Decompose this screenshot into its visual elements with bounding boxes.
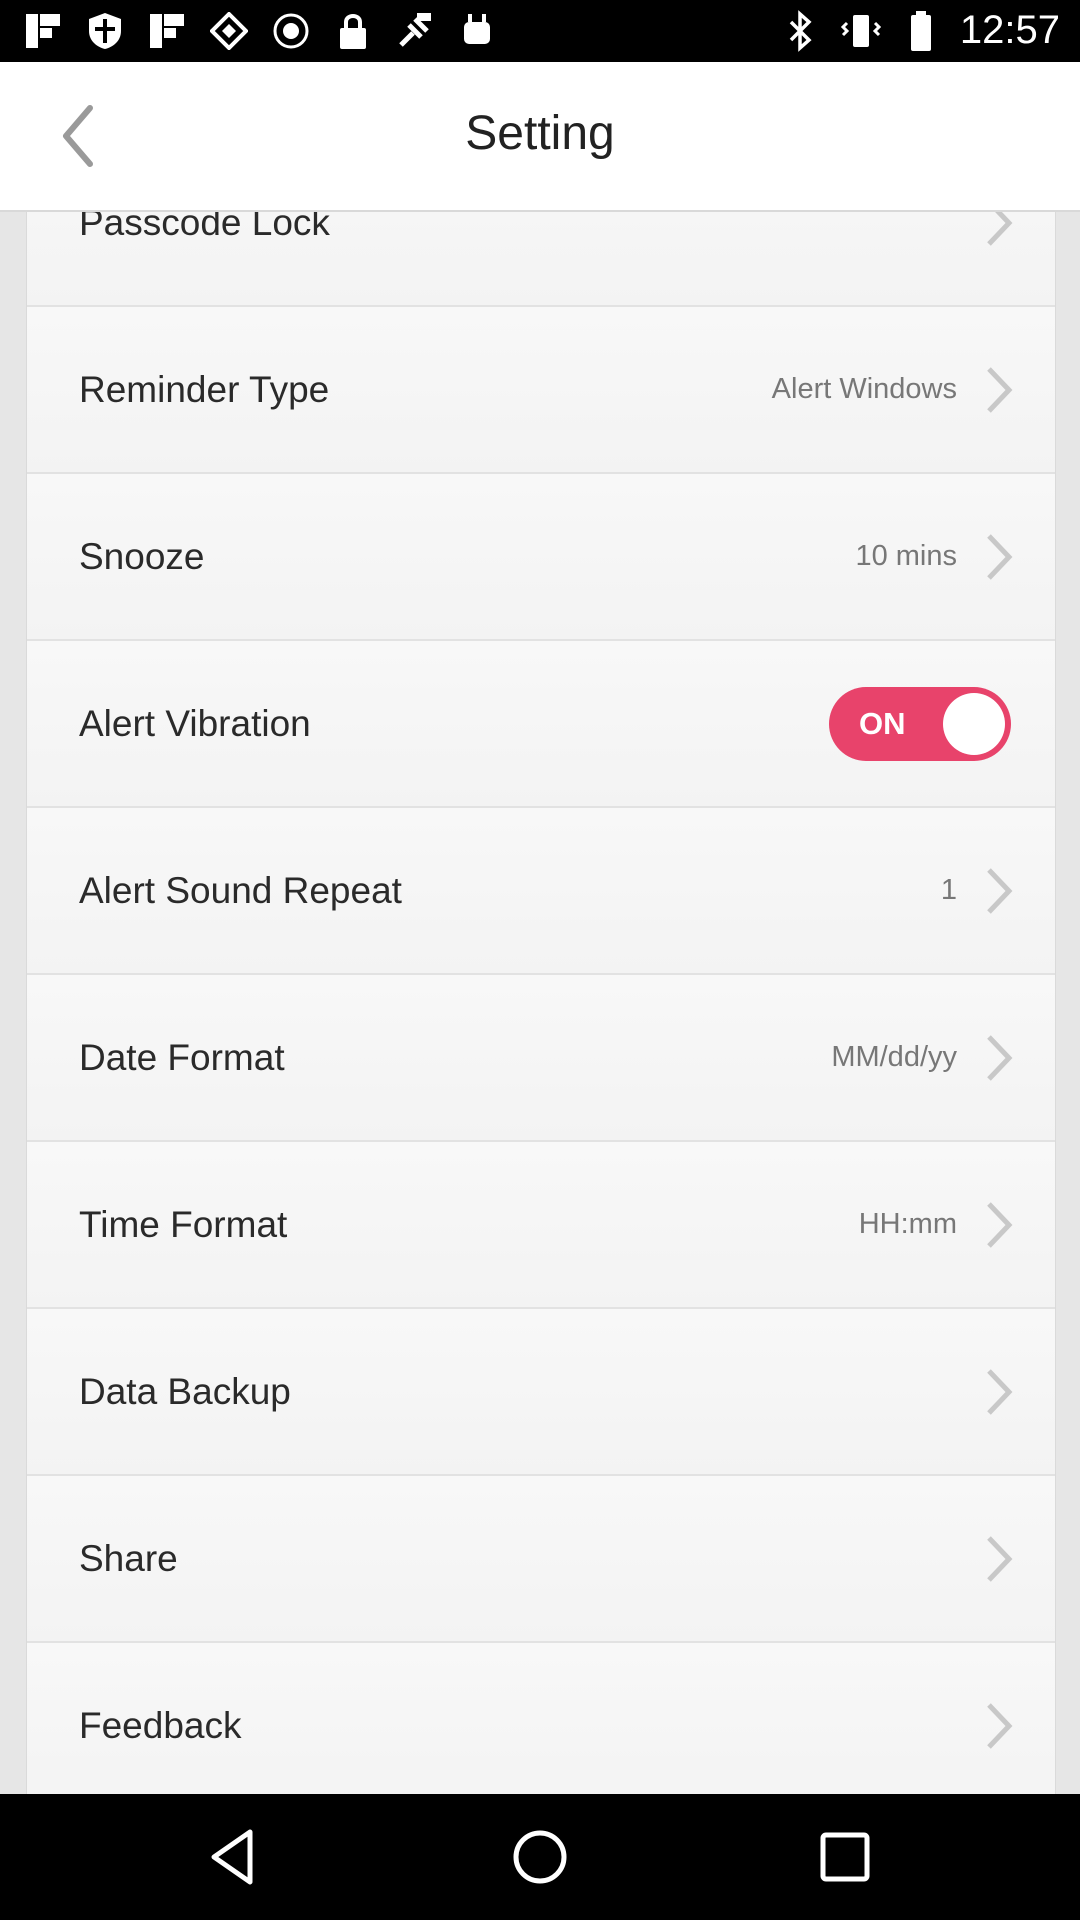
setting-row-reminder-type[interactable]: Reminder Type Alert Windows <box>27 307 1055 474</box>
setting-label: Reminder Type <box>79 369 330 410</box>
setting-value: Alert Windows <box>771 373 957 405</box>
setting-value: MM/dd/yy <box>831 1041 957 1073</box>
setting-row-time-format[interactable]: Time Format HH:mm <box>27 1142 1055 1309</box>
toggle-state-label: ON <box>859 706 906 741</box>
setting-row-date-format[interactable]: Date Format MM/dd/yy <box>27 975 1055 1142</box>
notification-icons <box>22 10 498 52</box>
setting-label: Feedback <box>79 1705 242 1746</box>
chevron-right-icon <box>987 1536 1013 1582</box>
bluetooth-icon <box>780 9 822 52</box>
chevron-right-icon <box>987 534 1013 580</box>
nav-home-button[interactable] <box>505 1822 575 1892</box>
chevron-right-icon <box>987 1703 1013 1749</box>
setting-row-snooze[interactable]: Snooze 10 mins <box>27 474 1055 641</box>
chevron-right-icon <box>987 1369 1013 1415</box>
setting-label: Snooze <box>79 536 205 577</box>
home-circle-icon <box>513 1830 567 1884</box>
flipboard-icon <box>146 10 188 52</box>
setting-label: Share <box>79 1538 178 1579</box>
back-triangle-icon <box>211 1829 253 1885</box>
toggle-knob <box>943 693 1005 755</box>
lock-icon <box>332 10 374 52</box>
setting-row-share[interactable]: Share <box>27 1476 1055 1643</box>
battery-icon <box>900 10 942 52</box>
shield-icon <box>84 10 126 52</box>
fake-gps-icon <box>394 10 436 52</box>
settings-list[interactable]: Passcode Lock Reminder Type Alert Window… <box>0 210 1080 1794</box>
recents-square-icon <box>820 1832 870 1882</box>
nav-back-button[interactable] <box>200 1822 270 1892</box>
status-bar: 12:57 <box>0 0 1080 62</box>
diamond-icon <box>208 10 250 52</box>
chevron-right-icon <box>987 210 1013 246</box>
setting-row-feedback[interactable]: Feedback <box>27 1643 1055 1794</box>
setting-label: Passcode Lock <box>79 210 330 243</box>
page-title: Setting <box>465 107 615 160</box>
setting-row-alert-vibration: Alert Vibration ON <box>27 641 1055 808</box>
flipboard-icon <box>22 10 64 52</box>
chevron-right-icon <box>987 868 1013 914</box>
setting-label: Alert Vibration <box>79 703 311 744</box>
chevron-right-icon <box>987 1035 1013 1081</box>
android-icon <box>456 10 498 52</box>
setting-value: HH:mm <box>858 1208 957 1240</box>
setting-label: Alert Sound Repeat <box>79 870 402 911</box>
setting-label: Time Format <box>79 1204 288 1245</box>
app-header: Setting <box>0 62 1080 212</box>
system-nav-bar <box>0 1794 1080 1920</box>
chevron-right-icon <box>987 367 1013 413</box>
alert-vibration-toggle[interactable]: ON <box>829 687 1011 761</box>
nav-recents-button[interactable] <box>810 1822 880 1892</box>
setting-value: 1 <box>940 874 957 906</box>
system-indicators: 12:57 <box>780 8 1060 53</box>
setting-label: Date Format <box>79 1037 285 1078</box>
clock-time: 12:57 <box>959 8 1060 52</box>
vibrate-icon <box>840 10 882 52</box>
setting-row-alert-sound-repeat[interactable]: Alert Sound Repeat 1 <box>27 808 1055 975</box>
setting-value: 10 mins <box>855 540 957 572</box>
setting-row-passcode-lock[interactable]: Passcode Lock <box>27 210 1055 307</box>
setting-row-data-backup[interactable]: Data Backup <box>27 1309 1055 1476</box>
settings-card: Passcode Lock Reminder Type Alert Window… <box>26 210 1056 1794</box>
record-icon <box>270 10 312 52</box>
chevron-right-icon <box>987 1202 1013 1248</box>
setting-label: Data Backup <box>79 1371 291 1412</box>
